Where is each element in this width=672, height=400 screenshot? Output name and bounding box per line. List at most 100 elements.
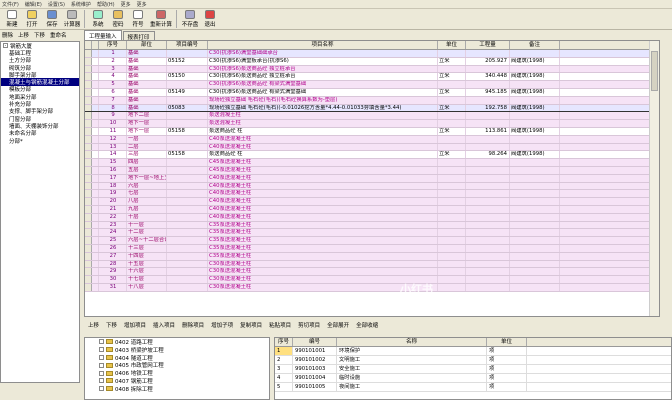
cell-code[interactable] (167, 174, 208, 182)
cell-unit[interactable] (438, 166, 466, 174)
cell-name[interactable]: C45泵送混凝土柱 (208, 159, 438, 166)
item-cell-no[interactable]: 5 (275, 383, 293, 391)
item-cell-no[interactable]: 3 (275, 365, 293, 373)
cell-note[interactable] (510, 190, 560, 198)
item-header-name[interactable]: 名称 (337, 338, 487, 346)
cell-note[interactable] (510, 276, 560, 283)
cell-part[interactable]: 十三层 (127, 244, 167, 252)
row-header[interactable] (85, 73, 92, 81)
cell-name[interactable]: C30(抗渗S6)泵送商品砼 有梁式满堂基础 (208, 81, 438, 88)
header-qty[interactable]: 工程量 (466, 41, 510, 49)
cell-seq[interactable]: 23 (99, 221, 127, 229)
chapter-expand-toggle[interactable] (99, 339, 104, 345)
cell-seq[interactable]: 16 (99, 166, 127, 174)
cell-unit[interactable] (438, 229, 466, 237)
row-header[interactable] (85, 96, 92, 104)
row-header[interactable] (85, 205, 92, 213)
row-header[interactable] (85, 252, 92, 260)
cell-code[interactable] (167, 205, 208, 213)
item-row[interactable]: 1 990101001 环境保护项 (275, 347, 671, 356)
chapter-expand-toggle[interactable] (99, 347, 104, 353)
table-row[interactable]: 1 基础 C30(抗渗S6)满堂基础础承台 (85, 50, 659, 58)
row-header[interactable] (85, 104, 92, 112)
cell-seq[interactable]: 29 (99, 268, 127, 276)
cell-note[interactable] (510, 229, 560, 237)
cell-note[interactable] (510, 143, 560, 151)
move-down-button[interactable]: 下移 (34, 31, 45, 39)
cell-part[interactable]: 地下一层 (127, 120, 167, 127)
item-cell-no[interactable]: 1 (275, 347, 293, 355)
table-row[interactable]: 24 十二层 C35泵送混凝土柱 (85, 229, 659, 238)
cell-code[interactable] (167, 135, 208, 143)
cell-seq[interactable]: 31 (99, 283, 127, 291)
cell-code[interactable] (167, 190, 208, 198)
tree-expand-toggle[interactable]: - (3, 43, 8, 49)
table-row[interactable]: 17地下一层~地上五层合计 C40泵送混凝土柱 (85, 174, 659, 183)
cell-note[interactable] (510, 283, 560, 291)
cell-part[interactable]: 基础 (127, 57, 167, 65)
cell-name[interactable]: C30(抗渗S6)泵送商品砼 独立桩承台 (208, 65, 438, 73)
row-header[interactable] (85, 135, 92, 143)
expand-toggle[interactable] (92, 166, 99, 174)
new-button[interactable]: 新建 (2, 9, 22, 29)
row-header[interactable] (85, 174, 92, 182)
item-cell-code[interactable]: 990101004 (293, 374, 337, 382)
cell-name[interactable]: C40泵送混凝土柱 (208, 174, 438, 182)
cell-note[interactable] (510, 252, 560, 260)
cell-unit[interactable]: 立米 (438, 73, 466, 81)
cell-note[interactable] (510, 198, 560, 205)
item-cell-code[interactable]: 990101001 (293, 347, 337, 355)
item-cell-no[interactable]: 2 (275, 356, 293, 364)
cell-qty[interactable] (466, 81, 510, 88)
chapter-node[interactable]: 0406 地铁工程 (85, 369, 269, 377)
row-header[interactable] (85, 88, 92, 96)
cell-code[interactable] (167, 237, 208, 244)
rename-button[interactable]: 重命名 (50, 31, 67, 39)
table-row[interactable]: 2 基础 05152 C30(抗渗S6)满堂板承台(抗渗S6) 立米 205.927 阀建筑… (85, 57, 659, 66)
cell-code[interactable] (167, 81, 208, 88)
tab-report-print[interactable]: 报表打印 (122, 31, 155, 41)
cell-code[interactable] (167, 283, 208, 291)
cell-part[interactable]: 六层 (127, 182, 167, 190)
cell-seq[interactable]: 19 (99, 190, 127, 198)
cell-part[interactable]: 地下二层 (127, 112, 167, 120)
item-row[interactable]: 4 990101004 临时设施项 (275, 374, 671, 383)
cell-note[interactable] (510, 182, 560, 190)
cell-code[interactable] (167, 166, 208, 174)
cell-code[interactable] (167, 229, 208, 237)
expand-toggle[interactable] (92, 159, 99, 166)
expand-toggle[interactable] (92, 135, 99, 143)
row-header[interactable] (85, 237, 92, 244)
cell-note[interactable] (510, 112, 560, 120)
cell-name[interactable]: C35泵送混凝土柱 (208, 237, 438, 244)
cell-unit[interactable]: 立米 (438, 88, 466, 96)
cell-code[interactable] (167, 221, 208, 229)
item-cell-name[interactable]: 安全施工 (337, 365, 487, 373)
row-header[interactable] (85, 260, 92, 268)
cell-qty[interactable] (466, 50, 510, 57)
table-row[interactable]: 12 一层 C40泵送混凝土柱 (85, 135, 659, 144)
cell-qty[interactable]: 192.758 (466, 104, 510, 112)
table-row[interactable]: 30 十七层 C30泵送混凝土柱 (85, 276, 659, 284)
cell-qty[interactable] (466, 182, 510, 190)
item-cell-unit[interactable]: 项 (487, 374, 527, 382)
expand-toggle[interactable] (92, 50, 99, 57)
table-row[interactable]: 21 九层 C40泵送混凝土柱 (85, 205, 659, 214)
cell-note[interactable] (510, 65, 560, 73)
chapter-tree[interactable]: 0402 道路工程 0403 桥梁护坡工程 0404 隧道工程 0405 市政管网工程… (84, 337, 270, 400)
cell-part[interactable]: 六层~十二层合计 (127, 237, 167, 244)
row-header[interactable] (85, 50, 92, 57)
expand-toggle[interactable] (92, 198, 99, 205)
expand-toggle[interactable] (92, 73, 99, 81)
chapter-node[interactable]: 0408 拆除工程 (85, 385, 269, 393)
cell-qty[interactable] (466, 229, 510, 237)
chapter-node[interactable]: 0405 市政管网工程 (85, 361, 269, 369)
expand-toggle[interactable] (92, 174, 99, 182)
item-cell-name[interactable]: 环境保护 (337, 347, 487, 355)
cell-name[interactable]: 泵送混凝土柱 (208, 120, 438, 127)
cell-note[interactable]: 阀建筑(1998) (510, 73, 560, 81)
grid-action-button[interactable]: 下移 (106, 321, 117, 329)
expand-toggle[interactable] (92, 81, 99, 88)
cell-name[interactable]: C30(抗渗S6)满堂板承台(抗渗S6) (208, 57, 438, 65)
table-row[interactable]: 10 地下一层 泵送混凝土柱 (85, 120, 659, 128)
